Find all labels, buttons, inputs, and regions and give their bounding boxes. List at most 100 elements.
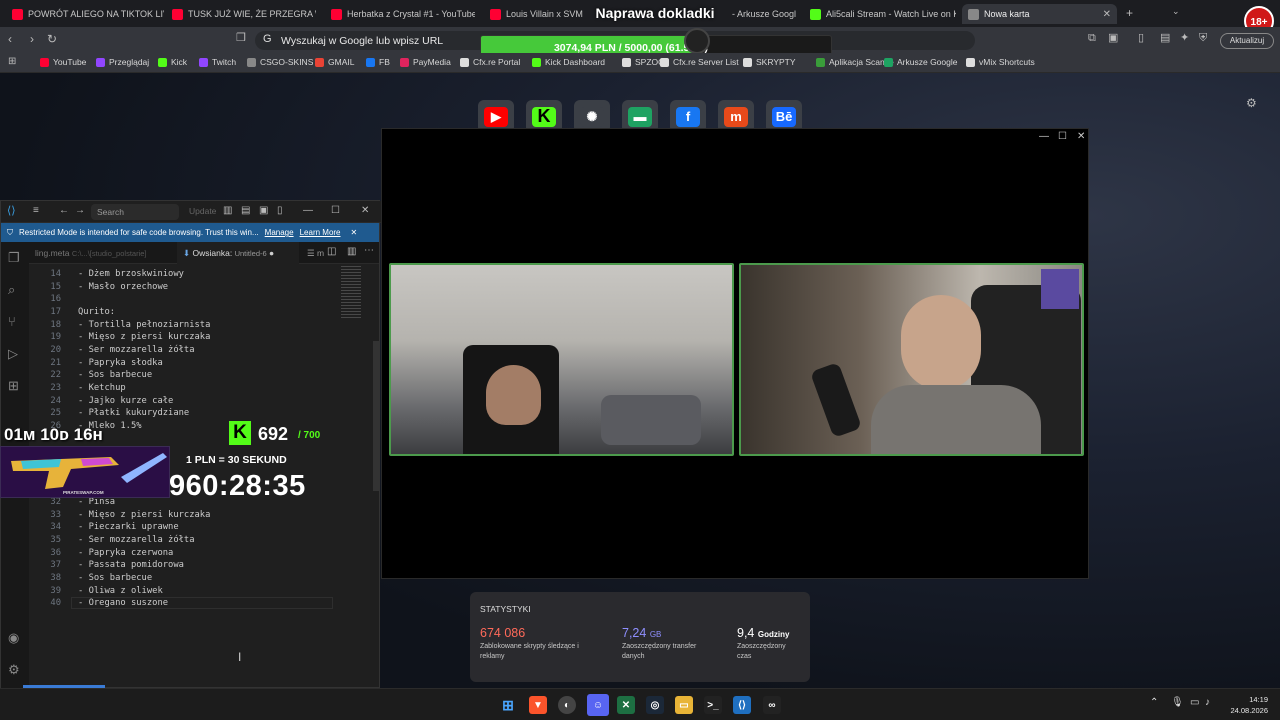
- layout-icon[interactable]: ▥: [223, 206, 232, 216]
- panel-icon[interactable]: ▣: [259, 206, 268, 216]
- tab-6[interactable]: Ali5cali Stream - Watch Live on Kick: [804, 4, 956, 24]
- bookmark-label: Cfx.re Server List: [673, 57, 739, 67]
- tab-4[interactable]: Louis Villain x SVM: [484, 4, 584, 24]
- file-icon: ☰: [307, 248, 315, 258]
- tabs-icon[interactable]: ▤: [1160, 33, 1170, 44]
- reload-icon[interactable]: ↻: [47, 33, 57, 45]
- bookmark-favicon-icon: [247, 57, 256, 67]
- sidebar-icon[interactable]: ▯: [277, 206, 283, 216]
- account-icon[interactable]: ◉: [8, 630, 19, 646]
- update-button[interactable]: Aktualizuj: [1220, 33, 1274, 49]
- line-number: 39: [50, 585, 61, 596]
- wallet-icon[interactable]: ▣: [1108, 33, 1118, 44]
- bookmark-4[interactable]: Twitch: [199, 57, 236, 67]
- command-search[interactable]: Search: [91, 204, 179, 220]
- split-editor-icon[interactable]: ◫: [327, 247, 336, 257]
- more-icon[interactable]: ⋯: [364, 246, 374, 256]
- scrollbar[interactable]: [373, 341, 379, 491]
- manage-link[interactable]: Manage: [265, 228, 294, 237]
- bookmark-2[interactable]: Przeglądaj: [96, 57, 149, 67]
- tab-3[interactable]: Herbatka z Crystal #1 - YouTube: [325, 4, 475, 24]
- maximize-icon[interactable]: ☐: [331, 206, 340, 216]
- bookmark-16[interactable]: vMix Shortcuts: [966, 57, 1035, 67]
- bookmark-12[interactable]: Cfx.re Server List: [660, 57, 739, 67]
- bookmark-9[interactable]: Cfx.re Portal: [460, 57, 520, 67]
- forward-icon[interactable]: →: [75, 206, 85, 216]
- tab-1[interactable]: POWRÓT ALIEGO NA TIKTOK LIVE: [6, 4, 164, 24]
- text-cursor-icon: I: [238, 650, 242, 664]
- bookmark-15[interactable]: Arkusze Google: [884, 57, 957, 67]
- settings-gear-icon[interactable]: ⚙: [1246, 97, 1257, 109]
- minimize-icon[interactable]: —: [1039, 131, 1049, 142]
- twitch-green-icon: ▬: [628, 106, 652, 127]
- split-editor-icon[interactable]: ▥: [347, 247, 356, 257]
- steam-icon[interactable]: ◎: [646, 696, 664, 714]
- bookmark-8[interactable]: PayMedia: [400, 57, 451, 67]
- source-control-icon[interactable]: ⑂: [8, 314, 16, 329]
- maximize-icon[interactable]: ☐: [1058, 131, 1067, 142]
- chevron-up-icon[interactable]: ⌃: [1150, 697, 1158, 708]
- bookmark-10[interactable]: Kick Dashboard: [532, 57, 605, 67]
- monitor-icon[interactable]: ▭: [1190, 697, 1199, 708]
- code-line: - Ketchup: [78, 382, 126, 393]
- bookmark-14[interactable]: Aplikacja Scanye: [816, 57, 894, 67]
- tab-m[interactable]: ☰ m: [301, 242, 330, 264]
- leo-icon[interactable]: ✦: [1180, 33, 1189, 44]
- vscode-icon[interactable]: ⟨⟩: [733, 696, 751, 714]
- sidebar-icon[interactable]: ▯: [1138, 33, 1144, 44]
- tab-2[interactable]: TUSK JUŻ WIE, ŻE PRZEGRA W 2027: [166, 4, 316, 24]
- close-icon[interactable]: ✕: [1077, 131, 1085, 142]
- bookmark-7[interactable]: FB: [366, 57, 390, 67]
- app-icon[interactable]: ◐: [558, 696, 576, 714]
- bookmark-6[interactable]: GMAIL: [315, 57, 354, 67]
- address-placeholder: Wyszukaj w Google lub wpisz URL: [281, 34, 444, 47]
- youtube-icon: ▶: [484, 106, 508, 127]
- gear-icon[interactable]: ⚙: [8, 662, 20, 678]
- back-icon[interactable]: ←: [59, 206, 69, 216]
- run-debug-icon[interactable]: ▷: [8, 346, 18, 362]
- tab-new-tab[interactable]: Nowa karta ✕: [962, 4, 1117, 24]
- bookmark-icon[interactable]: ❒: [236, 33, 246, 44]
- bookmark-favicon-icon: [199, 57, 208, 67]
- new-tab-button[interactable]: +: [1126, 7, 1133, 19]
- bookmark-5[interactable]: CSGO-SKINS: [247, 57, 313, 67]
- back-icon[interactable]: ‹: [8, 33, 12, 45]
- tab-ling-meta[interactable]: ling.meta C:\...\[studio_polstarie]: [29, 242, 153, 264]
- close-icon[interactable]: ✕: [1103, 9, 1111, 20]
- bookmark-13[interactable]: SKRYPTY: [743, 57, 796, 67]
- bookmark-favicon-icon: [660, 57, 669, 67]
- app-icon[interactable]: ∞: [763, 696, 781, 714]
- windows-start-icon[interactable]: ⊞: [499, 696, 517, 714]
- chevron-down-icon[interactable]: ⌄: [1172, 7, 1180, 16]
- microphone-icon[interactable]: 🎙: [1171, 697, 1184, 708]
- tab-owsianka[interactable]: ⬇ Owsianka: Untitled-6 ●: [177, 242, 299, 264]
- system-clock[interactable]: 14:19 24.08.2026: [1226, 694, 1268, 716]
- discord-icon[interactable]: ☺: [587, 694, 609, 716]
- apps-grid-icon[interactable]: ⊞: [8, 57, 16, 67]
- volume-icon[interactable]: ♪: [1205, 697, 1210, 708]
- minimap[interactable]: [339, 264, 367, 324]
- vpn-icon[interactable]: ⛨: [1199, 33, 1207, 44]
- gorilla-avatar: [684, 28, 710, 54]
- bookmark-3[interactable]: Kick: [158, 57, 187, 67]
- forward-icon[interactable]: ›: [30, 33, 34, 45]
- menu-icon[interactable]: ≡: [33, 206, 39, 216]
- extensions-icon[interactable]: ⧉: [1088, 33, 1096, 44]
- learn-more-link[interactable]: Learn More: [300, 228, 341, 237]
- panel-icon[interactable]: ▤: [241, 206, 250, 216]
- search-icon[interactable]: ⌕: [8, 282, 15, 298]
- update-button[interactable]: Update: [189, 207, 216, 216]
- minimize-icon[interactable]: —: [303, 206, 313, 216]
- tab-5[interactable]: - Arkusze Googl: [726, 4, 801, 24]
- bookmark-1[interactable]: YouTube: [40, 57, 86, 67]
- folder-icon[interactable]: ▭: [675, 696, 693, 714]
- brave-icon[interactable]: ▼: [529, 696, 547, 714]
- extensions-icon[interactable]: ⊞: [8, 378, 19, 394]
- close-icon[interactable]: ✕: [361, 206, 369, 216]
- excel-icon[interactable]: ✕: [617, 696, 635, 714]
- terminal-icon[interactable]: >_: [704, 696, 722, 714]
- close-icon[interactable]: ✕: [351, 228, 358, 237]
- tab-title: TUSK JUŻ WIE, ŻE PRZEGRA W 2027: [188, 9, 316, 19]
- explorer-icon[interactable]: ❐: [8, 250, 20, 266]
- bookmark-11[interactable]: SPZOO: [622, 57, 665, 67]
